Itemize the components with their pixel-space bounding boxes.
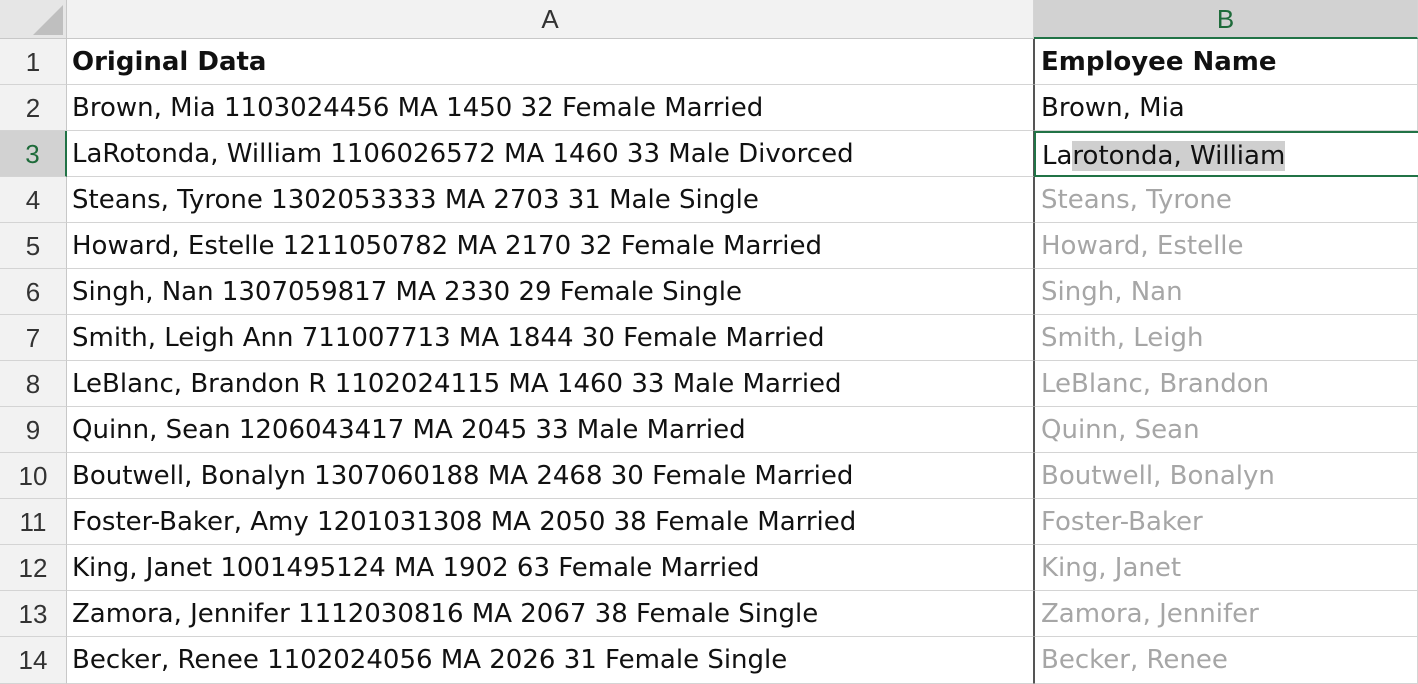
- select-all-corner[interactable]: [0, 0, 67, 39]
- row-header-13[interactable]: 13: [0, 591, 67, 637]
- column-header-b[interactable]: B: [1034, 0, 1418, 39]
- row-header-5[interactable]: 5: [0, 223, 67, 269]
- row-header-3[interactable]: 3: [0, 131, 67, 177]
- cell-b11-preview[interactable]: Foster-Baker: [1034, 499, 1418, 545]
- row-header-6[interactable]: 6: [0, 269, 67, 315]
- cell-a13[interactable]: Zamora, Jennifer 1112030816 MA 2067 38 F…: [67, 591, 1034, 637]
- cell-a10[interactable]: Boutwell, Bonalyn 1307060188 MA 2468 30 …: [67, 453, 1034, 499]
- cell-a1[interactable]: Original Data: [67, 39, 1034, 85]
- flash-fill-suggestion: rotonda, William: [1072, 141, 1286, 171]
- row-header-8[interactable]: 8: [0, 361, 67, 407]
- cell-b1[interactable]: Employee Name: [1034, 39, 1418, 85]
- cell-b8-preview[interactable]: LeBlanc, Brandon: [1034, 361, 1418, 407]
- column-header-a[interactable]: A: [67, 0, 1034, 39]
- cell-b6-preview[interactable]: Singh, Nan: [1034, 269, 1418, 315]
- cell-a6[interactable]: Singh, Nan 1307059817 MA 2330 29 Female …: [67, 269, 1034, 315]
- cell-b3-active-edit[interactable]: Larotonda, William: [1034, 131, 1418, 177]
- row-header-9[interactable]: 9: [0, 407, 67, 453]
- cell-b9-preview[interactable]: Quinn, Sean: [1034, 407, 1418, 453]
- cell-a8[interactable]: LeBlanc, Brandon R 1102024115 MA 1460 33…: [67, 361, 1034, 407]
- cell-b2[interactable]: Brown, Mia: [1034, 85, 1418, 131]
- cell-a11[interactable]: Foster-Baker, Amy 1201031308 MA 2050 38 …: [67, 499, 1034, 545]
- cell-b14-preview[interactable]: Becker, Renee: [1034, 637, 1418, 684]
- cell-b5-preview[interactable]: Howard, Estelle: [1034, 223, 1418, 269]
- cell-b4-preview[interactable]: Steans, Tyrone: [1034, 177, 1418, 223]
- cell-a9[interactable]: Quinn, Sean 1206043417 MA 2045 33 Male M…: [67, 407, 1034, 453]
- row-header-12[interactable]: 12: [0, 545, 67, 591]
- row-header-14[interactable]: 14: [0, 637, 67, 684]
- cell-a3[interactable]: LaRotonda, William 1106026572 MA 1460 33…: [67, 131, 1034, 177]
- cell-a2[interactable]: Brown, Mia 1103024456 MA 1450 32 Female …: [67, 85, 1034, 131]
- cell-b13-preview[interactable]: Zamora, Jennifer: [1034, 591, 1418, 637]
- row-header-11[interactable]: 11: [0, 499, 67, 545]
- cell-a5[interactable]: Howard, Estelle 1211050782 MA 2170 32 Fe…: [67, 223, 1034, 269]
- cell-a14[interactable]: Becker, Renee 1102024056 MA 2026 31 Fema…: [67, 637, 1034, 684]
- row-header-4[interactable]: 4: [0, 177, 67, 223]
- select-all-triangle-icon: [33, 5, 63, 35]
- row-header-7[interactable]: 7: [0, 315, 67, 361]
- row-header-1[interactable]: 1: [0, 39, 67, 85]
- cell-a12[interactable]: King, Janet 1001495124 MA 1902 63 Female…: [67, 545, 1034, 591]
- row-header-10[interactable]: 10: [0, 453, 67, 499]
- cell-a4[interactable]: Steans, Tyrone 1302053333 MA 2703 31 Mal…: [67, 177, 1034, 223]
- cell-b12-preview[interactable]: King, Janet: [1034, 545, 1418, 591]
- spreadsheet-grid: A B 1 Original Data Employee Name 2 Brow…: [0, 0, 1418, 684]
- cell-b3-typed-text: La: [1042, 141, 1073, 171]
- cell-a7[interactable]: Smith, Leigh Ann 711007713 MA 1844 30 Fe…: [67, 315, 1034, 361]
- cell-b10-preview[interactable]: Boutwell, Bonalyn: [1034, 453, 1418, 499]
- cell-b7-preview[interactable]: Smith, Leigh: [1034, 315, 1418, 361]
- row-header-2[interactable]: 2: [0, 85, 67, 131]
